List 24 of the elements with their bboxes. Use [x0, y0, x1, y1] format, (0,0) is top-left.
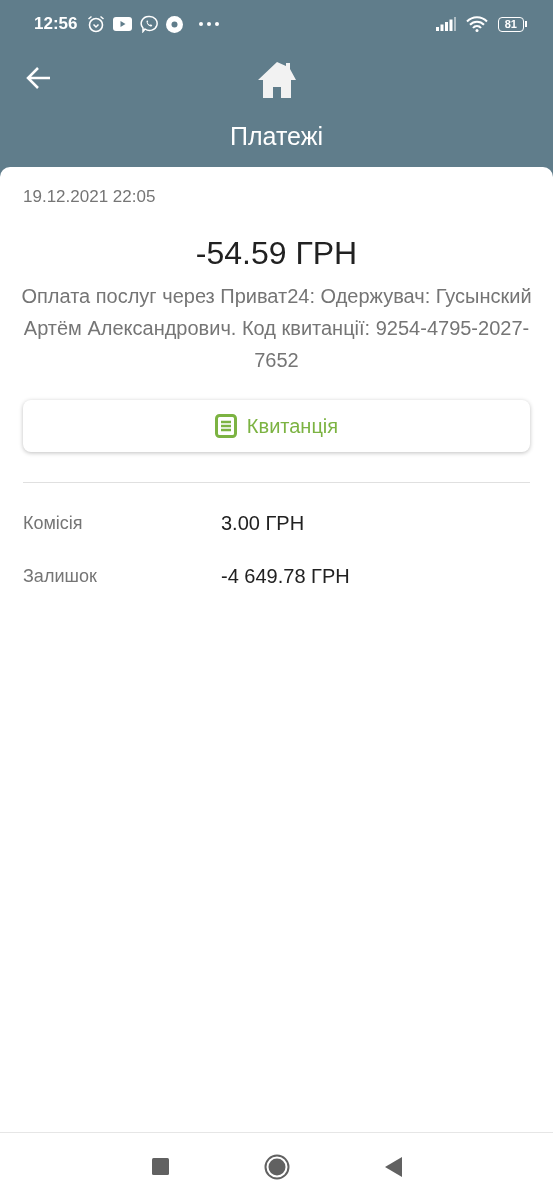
clock-time: 12:56 [34, 14, 78, 34]
signal-icon [435, 17, 456, 31]
document-icon [214, 414, 237, 438]
detail-label: Залишок [23, 566, 97, 587]
back-triangle-icon[interactable] [384, 1156, 402, 1177]
receipt-button[interactable]: Квитанція [23, 400, 530, 452]
detail-value: 3.00 ГРН [221, 512, 305, 535]
battery-icon: 81 [497, 16, 527, 32]
home-button-icon[interactable] [263, 1153, 290, 1180]
wifi-icon [465, 16, 488, 32]
alarm-clock-icon [87, 15, 106, 33]
screen-title: Платежі [230, 122, 323, 151]
home-icon[interactable] [257, 61, 297, 99]
phone-chat-icon [140, 15, 159, 33]
detail-value: -4 649.78 ГРН [221, 565, 350, 588]
detail-label: Комісія [23, 513, 83, 534]
recent-apps-icon[interactable] [151, 1158, 169, 1175]
payment-date: 19.12.2021 22:05 [23, 187, 156, 207]
video-play-icon [113, 17, 133, 31]
more-dots-icon [199, 22, 220, 26]
back-button[interactable] [26, 66, 52, 90]
payment-amount: -54.59 ГРН [195, 235, 358, 272]
payment-description: Оплата послуг через Приват24: Одержувач: Гусынский Артём Александрович. Код квитанції: 9254-4795-2027-7652 [20, 284, 533, 373]
disc-icon [166, 15, 184, 33]
